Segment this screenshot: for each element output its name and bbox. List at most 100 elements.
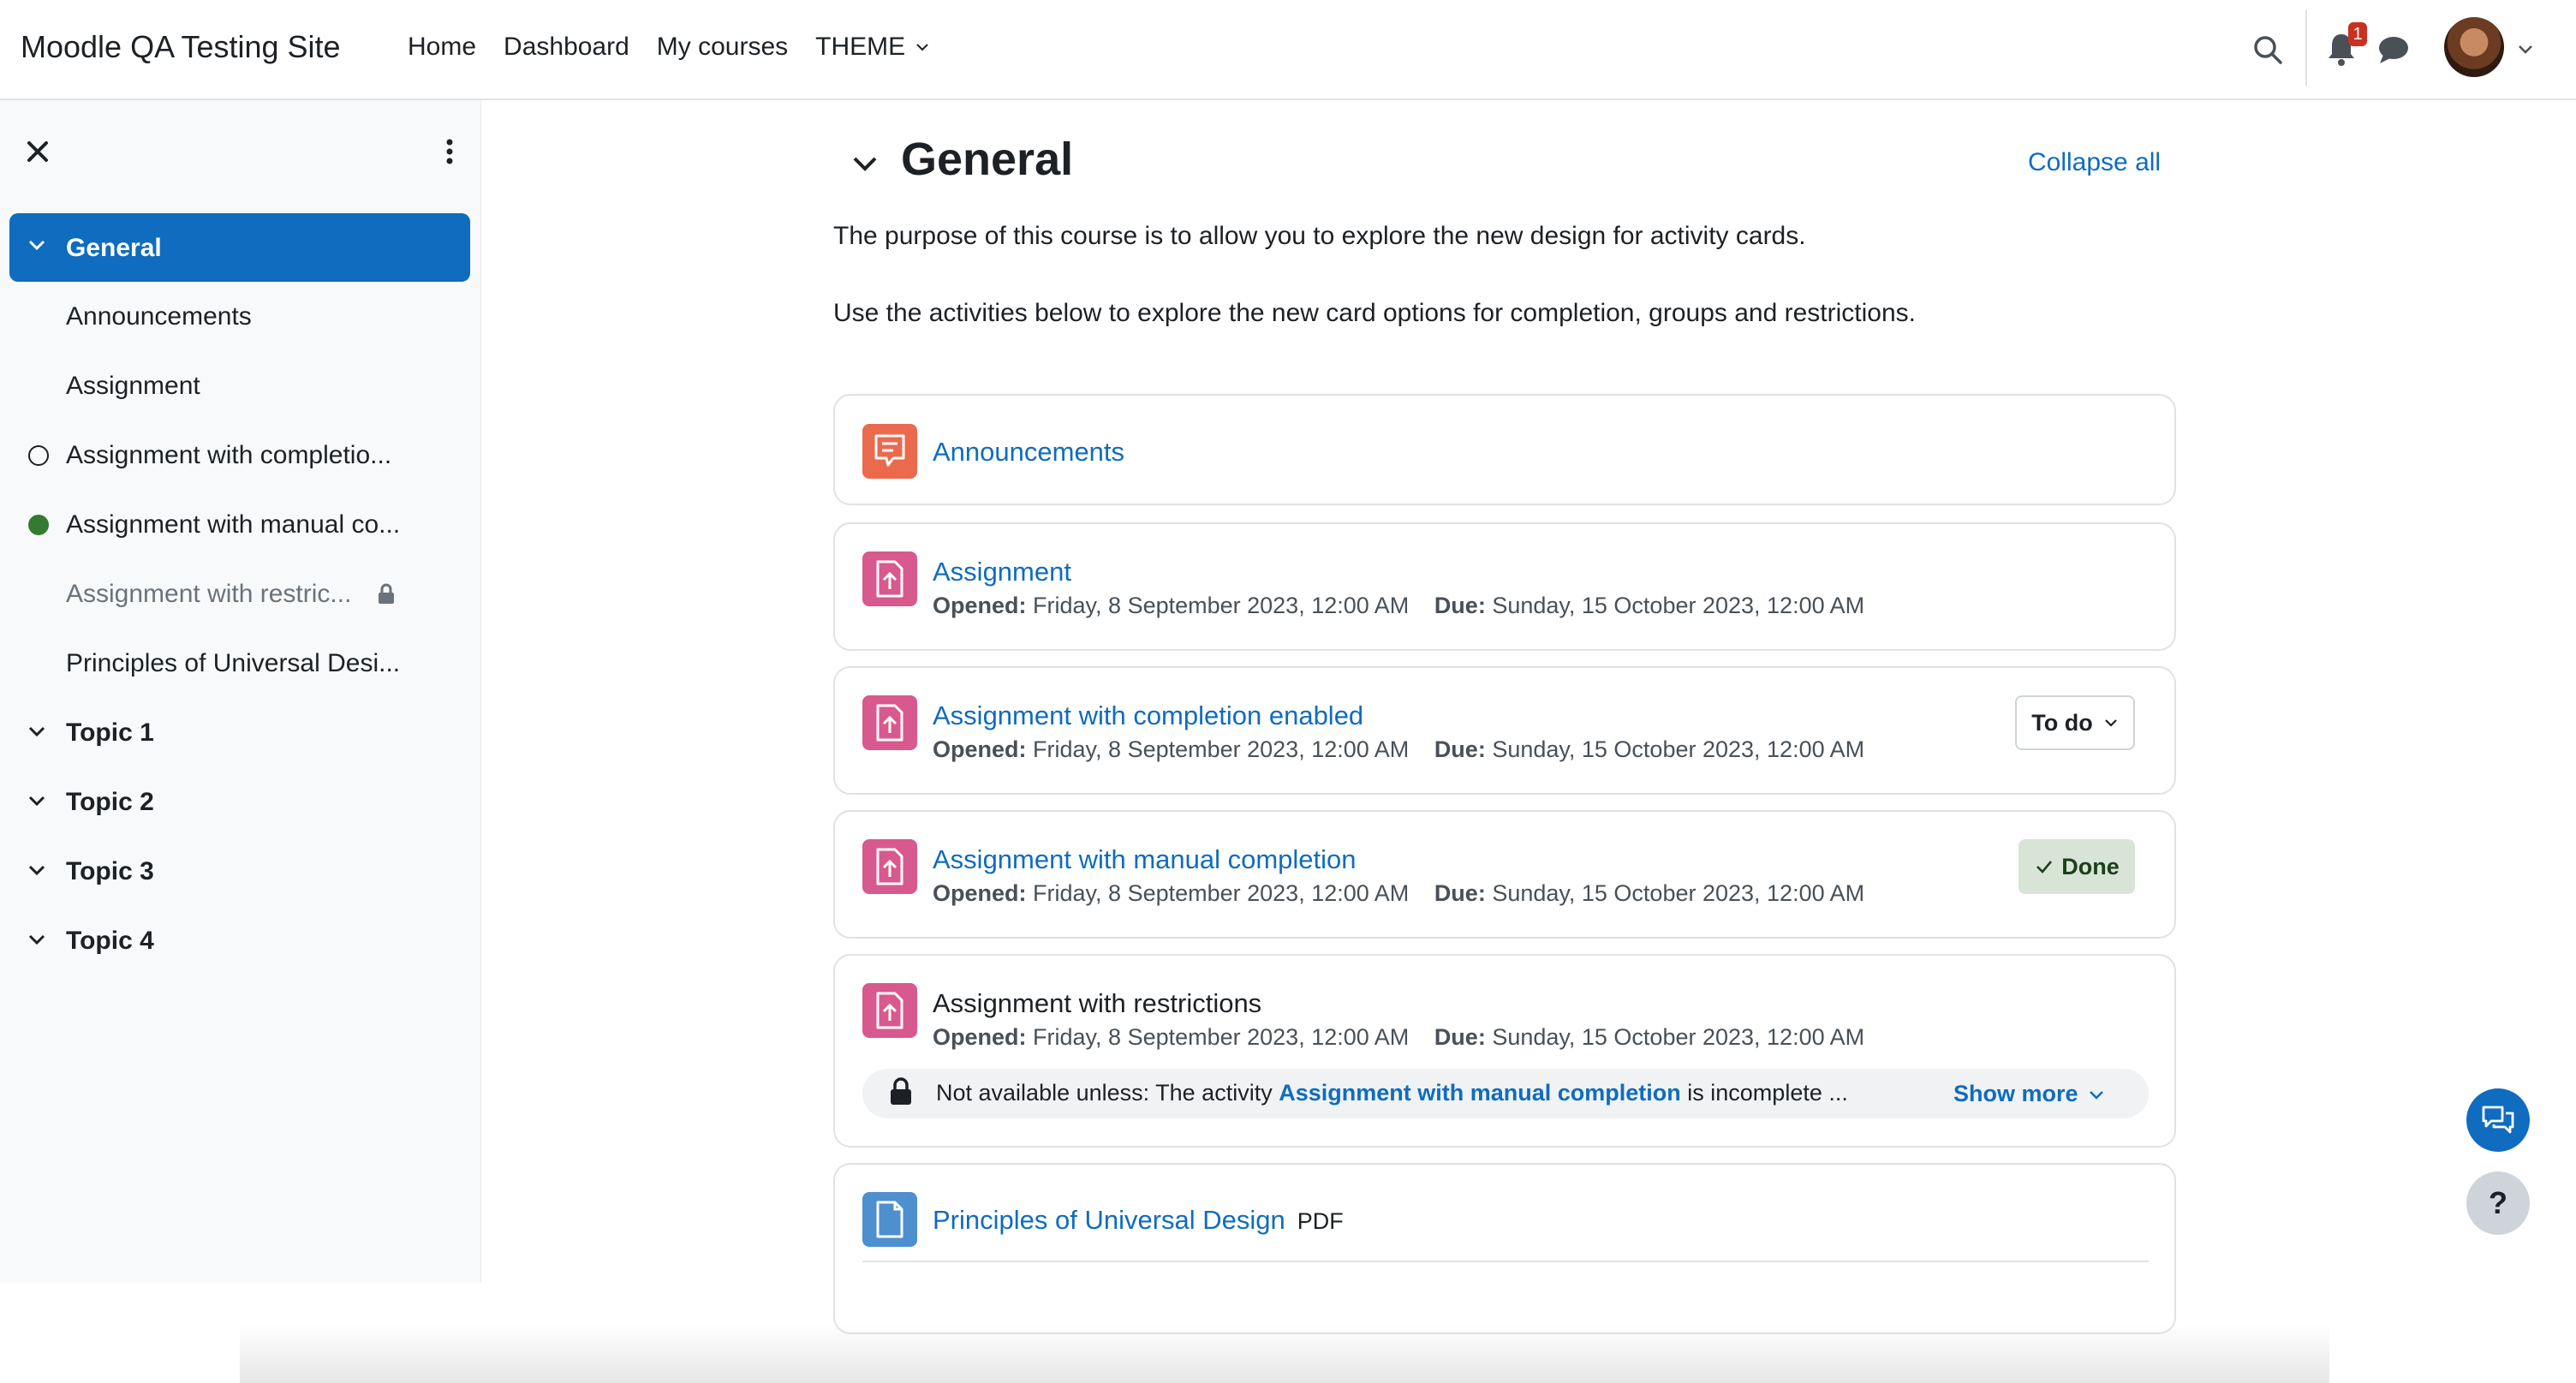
chevron-down-icon[interactable]: [26, 928, 48, 951]
completion-done-label: Done: [2061, 853, 2120, 879]
forum-icon: [862, 424, 917, 479]
chevron-down-icon[interactable]: [26, 234, 48, 256]
activity-card-assignment-completion: Assignment with completion enabled Opene…: [833, 666, 2176, 795]
restriction-info: Not available unless: The activity Assig…: [862, 1069, 2149, 1118]
messages-icon[interactable]: [2376, 33, 2411, 67]
nav-theme-label: THEME: [815, 33, 906, 61]
due-date: Sunday, 15 October 2023, 12:00 AM: [1492, 1024, 1865, 1050]
due-date: Sunday, 15 October 2023, 12:00 AM: [1492, 736, 1865, 762]
help-fab-button[interactable]: ?: [2466, 1171, 2530, 1235]
nav-theme-menu[interactable]: THEME: [815, 33, 931, 62]
section-title: General: [901, 134, 1074, 185]
restriction-prefix: Not available unless: The activity: [936, 1080, 1273, 1106]
course-index-section-label: Topic 2: [66, 788, 154, 816]
course-index-item-label: Announcements: [66, 302, 252, 331]
check-icon: [2036, 861, 2053, 873]
restriction-activity-link[interactable]: Assignment with manual completion: [1279, 1080, 1681, 1106]
chevron-down-icon: [2104, 719, 2117, 727]
course-index-section-general[interactable]: General: [9, 213, 470, 282]
assignment-icon: [862, 839, 917, 894]
course-content: General Collapse all The purpose of this…: [240, 100, 2576, 1383]
chevron-down-icon[interactable]: [26, 859, 48, 881]
show-more-label: Show more: [1953, 1081, 2078, 1106]
close-drawer-icon[interactable]: [21, 134, 55, 169]
opened-date: Friday, 8 September 2023, 12:00 AM: [1033, 593, 1410, 618]
site-name[interactable]: Moodle QA Testing Site: [21, 29, 341, 65]
course-index-item-label: Assignment: [66, 372, 200, 400]
opened-date: Friday, 8 September 2023, 12:00 AM: [1033, 736, 1410, 762]
completion-complete-icon: [28, 515, 49, 535]
due-date: Sunday, 15 October 2023, 12:00 AM: [1492, 880, 1865, 906]
restriction-text: Not available unless: The activity Assig…: [936, 1080, 1848, 1106]
activity-dates: Opened: Friday, 8 September 2023, 12:00 …: [933, 880, 1864, 907]
activity-name-row: Principles of Universal Design PDF: [933, 1205, 1344, 1236]
opened-label: Opened:: [933, 880, 1027, 906]
search-icon[interactable]: [2251, 33, 2285, 67]
show-more-button[interactable]: Show more: [1953, 1081, 2106, 1107]
activity-name-link[interactable]: Announcements: [933, 437, 1124, 468]
nav-my-courses[interactable]: My courses: [657, 33, 788, 62]
course-index-item-label: Assignment with restric...: [66, 580, 352, 608]
top-navbar: Moodle QA Testing Site Home Dashboard My…: [0, 0, 2576, 100]
activity-name-link[interactable]: Assignment with manual completion: [933, 844, 1357, 875]
course-index-section-label: Topic 1: [66, 718, 154, 747]
activity-name-link[interactable]: Assignment with completion enabled: [933, 700, 1363, 731]
chevron-down-icon: [916, 44, 928, 51]
course-index-item-label: Assignment with manual co...: [66, 510, 401, 539]
opened-label: Opened:: [933, 593, 1027, 618]
user-menu-chevron-icon[interactable]: [2516, 39, 2535, 58]
section-collapse-chevron-icon[interactable]: [848, 146, 882, 181]
activity-dates: Opened: Friday, 8 September 2023, 12:00 …: [933, 1024, 1864, 1051]
activity-dates: Opened: Friday, 8 September 2023, 12:00 …: [933, 736, 1864, 763]
course-index-drawer: General Announcements Assignment Assignm…: [0, 100, 481, 1283]
section-summary-line: Use the activities below to explore the …: [833, 299, 1916, 327]
activity-name: Assignment with restrictions: [933, 988, 1262, 1018]
section-summary-line: The purpose of this course is to allow y…: [833, 222, 1806, 250]
due-label: Due:: [1434, 880, 1486, 906]
opened-date: Friday, 8 September 2023, 12:00 AM: [1033, 1024, 1410, 1050]
primary-navigation: Home Dashboard My courses THEME: [408, 33, 931, 62]
activity-card-assignment-manual: Assignment with manual completion Opened…: [833, 810, 2176, 939]
lock-icon: [891, 1077, 911, 1105]
completion-todo-label: To do: [2031, 709, 2093, 736]
course-index-section-label: Topic 3: [66, 857, 154, 885]
lock-icon: [379, 583, 394, 604]
chevron-down-icon[interactable]: [26, 790, 48, 812]
user-avatar[interactable]: [2444, 17, 2504, 77]
due-date: Sunday, 15 October 2023, 12:00 AM: [1492, 593, 1865, 618]
completion-todo-dropdown[interactable]: To do: [2015, 695, 2135, 750]
due-label: Due:: [1434, 736, 1486, 762]
activity-card-assignment-restricted: Assignment with restrictions Opened: Fri…: [833, 954, 2176, 1148]
course-index-section-label: General: [66, 234, 162, 262]
activity-card-assignment: Assignment Opened: Friday, 8 September 2…: [833, 522, 2176, 651]
nav-home[interactable]: Home: [408, 33, 476, 62]
activity-name-link[interactable]: Principles of Universal Design: [933, 1205, 1285, 1235]
nav-dashboard[interactable]: Dashboard: [504, 33, 629, 62]
notification-count-badge: 1: [2348, 22, 2367, 46]
assignment-icon: [862, 551, 917, 606]
chat-bubbles-icon: [2482, 1106, 2514, 1134]
resource-type-label: PDF: [1297, 1208, 1344, 1234]
activity-card-announcements: Announcements: [833, 394, 2176, 505]
collapse-all-link[interactable]: Collapse all: [2028, 148, 2161, 177]
course-index-item-label: Assignment with completio...: [66, 441, 392, 469]
chat-fab-button[interactable]: [2466, 1088, 2530, 1152]
assignment-icon: [862, 695, 917, 750]
opened-date: Friday, 8 September 2023, 12:00 AM: [1033, 880, 1410, 906]
card-divider: [862, 1261, 2149, 1262]
chevron-down-icon[interactable]: [26, 720, 48, 742]
navbar-divider: [2305, 10, 2307, 86]
assignment-icon: [862, 983, 917, 1038]
completion-done-button[interactable]: Done: [2018, 839, 2135, 894]
kebab-menu-icon[interactable]: [437, 134, 462, 169]
completion-incomplete-icon: [28, 445, 49, 466]
opened-label: Opened:: [933, 736, 1027, 762]
file-icon: [862, 1192, 917, 1247]
course-index-item-label: Principles of Universal Desi...: [66, 649, 401, 677]
chevron-down-icon: [2089, 1090, 2103, 1100]
opened-label: Opened:: [933, 1024, 1027, 1050]
restriction-suffix: is incomplete ...: [1687, 1080, 1848, 1106]
activity-name-link[interactable]: Assignment: [933, 557, 1071, 587]
activity-card-principles: Principles of Universal Design PDF: [833, 1163, 2176, 1334]
course-index-section-label: Topic 4: [66, 927, 154, 955]
